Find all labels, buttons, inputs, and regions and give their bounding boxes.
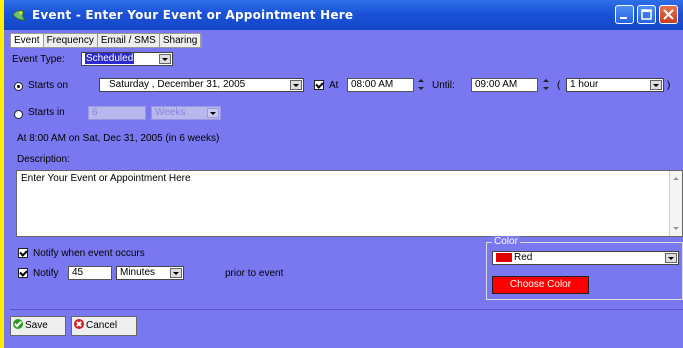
notify-amount-field[interactable]: 45 [68, 266, 112, 280]
chevron-down-icon [290, 80, 302, 90]
at-checkbox[interactable] [314, 80, 324, 90]
maximize-icon [641, 9, 652, 20]
start-time-field[interactable]: 08:00 AM [347, 78, 414, 92]
check-icon [13, 319, 23, 329]
close-icon [663, 9, 674, 20]
title-bar[interactable]: Event - Enter Your Event or Appointment … [4, 0, 683, 30]
end-time-spinner[interactable] [541, 78, 551, 92]
duration-value: 1 hour [570, 79, 599, 90]
notify-prior-checkbox[interactable] [18, 268, 28, 278]
cancel-label: Cancel [86, 320, 118, 331]
end-time-field[interactable]: 09:00 AM [471, 78, 538, 92]
schedule-summary: At 8:00 AM on Sat, Dec 31, 2005 (in 6 we… [17, 133, 220, 144]
color-swatch [496, 252, 512, 262]
chevron-down-icon [159, 54, 171, 64]
starts-on-radio[interactable] [14, 82, 23, 91]
chevron-down-icon [170, 268, 182, 278]
tab-frequency[interactable]: Frequency [44, 34, 98, 47]
starts-in-unit-select[interactable]: Weeks [151, 106, 221, 120]
paren-open: ( [557, 80, 561, 91]
chevron-down-icon [207, 108, 219, 118]
choose-color-button[interactable]: Choose Color [492, 276, 589, 294]
event-type-value: Scheduled [85, 53, 135, 64]
start-date-value: Saturday , December 31, 2005 [109, 79, 246, 90]
description-text: Enter Your Event or Appointment Here [21, 173, 191, 184]
starts-in-radio[interactable] [14, 110, 23, 119]
color-group-legend: Color [492, 236, 520, 247]
tab-email-sms[interactable]: Email / SMS [98, 34, 160, 47]
window-title: Event - Enter Your Event or Appointment … [32, 8, 354, 22]
at-label: At [329, 80, 339, 91]
color-value: Red [514, 252, 533, 263]
starts-in-unit-value: Weeks [155, 107, 186, 118]
close-button[interactable] [659, 5, 678, 24]
tab-sharing[interactable]: Sharing [160, 34, 202, 47]
event-dialog: Event - Enter Your Event or Appointment … [4, 0, 683, 348]
minimize-button[interactable] [615, 5, 634, 24]
cancel-icon [74, 319, 84, 329]
prior-to-event-label: prior to event [225, 268, 284, 279]
description-label: Description: [17, 154, 70, 165]
event-type-select[interactable]: Scheduled [81, 52, 173, 66]
starts-in-label: Starts in [28, 107, 65, 118]
divider [10, 309, 683, 310]
event-type-label: Event Type: [12, 54, 65, 65]
save-button[interactable]: Save [10, 316, 66, 336]
starts-in-amount[interactable]: 6 [88, 106, 146, 120]
save-label: Save [25, 320, 48, 331]
color-select[interactable]: Red [492, 251, 679, 265]
tab-bar: Event Frequency Email / SMS Sharing [10, 33, 203, 48]
starts-on-label: Starts on [28, 80, 69, 91]
start-date-select[interactable]: Saturday , December 31, 2005 [99, 78, 304, 92]
tab-event[interactable]: Event [11, 34, 44, 47]
notify-occurs-checkbox[interactable] [18, 248, 28, 258]
maximize-button[interactable] [637, 5, 656, 24]
start-time-spinner[interactable] [416, 78, 426, 92]
duration-select[interactable]: 1 hour [566, 78, 664, 92]
chevron-down-icon [665, 253, 677, 263]
description-textarea[interactable]: Enter Your Event or Appointment Here [16, 170, 683, 237]
paren-close: ) [667, 80, 671, 91]
app-icon [12, 10, 26, 21]
notify-occurs-label: Notify when event occurs [33, 248, 145, 259]
until-label: Until: [432, 80, 455, 91]
notify-unit-value: Minutes [120, 267, 156, 278]
description-scrollbar[interactable] [669, 171, 682, 236]
notify-unit-select[interactable]: Minutes [116, 266, 184, 280]
chevron-down-icon [650, 80, 662, 90]
minimize-icon [620, 17, 627, 19]
notify-prior-label: Notify [33, 268, 59, 279]
cancel-button[interactable]: Cancel [71, 316, 137, 336]
